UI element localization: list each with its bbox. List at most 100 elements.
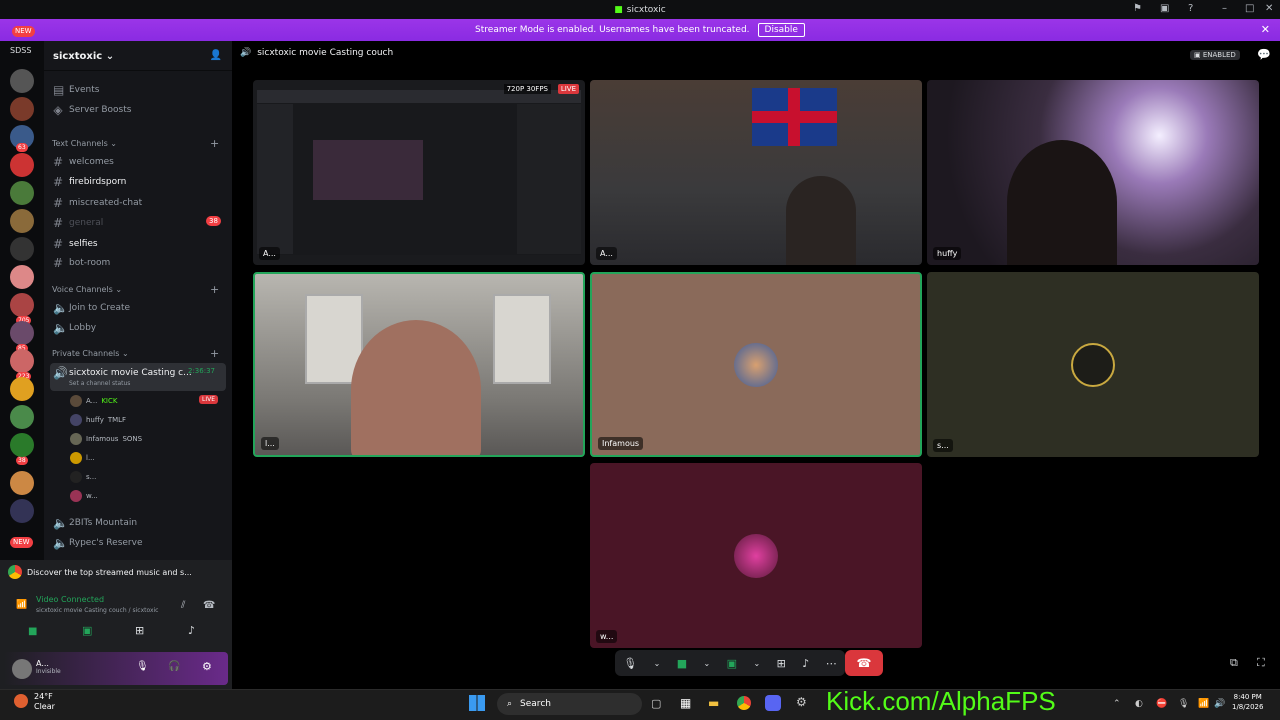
server-icon[interactable] [10,433,34,457]
video-tile[interactable]: l... [253,272,585,457]
chevron-down-icon[interactable]: ⌄ [754,659,761,668]
mic-icon[interactable]: 🎙 [136,661,149,672]
mic-tray-icon[interactable]: 🎙 [1178,699,1189,709]
channel-lobby[interactable]: 🔈 Lobby [53,321,96,335]
channel-status-hint[interactable]: Set a channel status [69,380,130,387]
popout-icon[interactable]: ⧉ [1230,656,1238,670]
video-tile[interactable]: s... [927,272,1259,457]
channel-miscreated-chat[interactable]: # miscreated-chat [53,196,142,210]
activities-button[interactable]: ⊞ [135,624,144,637]
video-tile[interactable]: A... [590,80,922,265]
activities-icon[interactable]: ⊞ [777,657,786,670]
voice-user[interactable]: A... KICK [70,395,117,407]
server-header[interactable]: sicxtoxic ⌄ 👤 [44,41,232,71]
server-icon[interactable] [10,97,34,121]
video-connected-status[interactable]: Video Connected [36,595,104,604]
close-window-button[interactable]: ✕ [1265,3,1273,14]
camera-icon[interactable]: ■ [677,657,687,670]
server-boosts-item[interactable]: ◈ Server Boosts [53,103,131,117]
monitor-icon[interactable]: ▣ [1160,3,1169,14]
soundboard-icon[interactable]: ♪ [802,657,809,670]
tray-app-icon[interactable]: ⛔ [1156,699,1167,709]
chrome-icon[interactable] [737,696,751,710]
events-item[interactable]: ▤ Events [53,83,99,97]
close-icon[interactable]: ✕ [1261,23,1270,36]
server-icon[interactable] [10,153,34,177]
server-icon[interactable] [10,377,34,401]
server-icon[interactable] [10,69,34,93]
settings-gear-icon[interactable]: ⚙ [202,660,212,673]
voice-channels-category[interactable]: Voice Channels ⌄ [52,285,122,294]
server-icon[interactable] [10,209,34,233]
store-icon[interactable]: ▦ [680,696,691,710]
app-icon: ■ [614,4,623,15]
minimize-button[interactable]: – [1222,3,1227,14]
stream-tile[interactable]: 720P 30FPS LIVE A... [253,80,585,265]
voice-user[interactable]: w... [70,490,98,502]
voice-user[interactable]: huffy TMLF [70,414,126,426]
server-icon[interactable] [10,405,34,429]
server-icon[interactable] [10,237,34,261]
discord-icon[interactable] [765,695,781,711]
volume-icon[interactable]: 🔊 [1214,699,1225,709]
chevron-down-icon[interactable]: ⌄ [654,659,661,668]
add-private-channel-icon[interactable]: + [210,347,219,360]
hang-up-button[interactable]: ☎ [845,650,883,676]
channel-rypecs-reserve[interactable]: 🔈 Rypec's Reserve [53,536,143,550]
video-tile[interactable]: huffy [927,80,1259,265]
add-voice-channel-icon[interactable]: + [210,283,219,296]
inbox-icon[interactable]: ⚑ [1133,3,1142,14]
server-icon[interactable] [10,471,34,495]
chevron-up-icon[interactable]: ⌃ [1113,699,1121,709]
server-icon[interactable] [10,499,34,523]
more-icon[interactable]: ⋯ [826,657,837,670]
weather-widget[interactable]: 24°F Clear [34,692,55,712]
wifi-icon[interactable]: 📶 [1198,699,1209,709]
disconnect-icon[interactable]: ☎ [203,600,215,611]
start-button[interactable] [469,695,485,711]
server-icon[interactable] [10,265,34,289]
channel-2bits-mountain[interactable]: 🔈 2BITs Mountain [53,516,137,530]
server-icon[interactable] [10,349,34,373]
voice-user[interactable]: l... [70,452,95,464]
folder-icon[interactable]: ▬ [708,696,719,710]
task-view-icon[interactable]: ▢ [651,697,661,710]
maximize-button[interactable]: □ [1245,3,1254,14]
channel-firebirdsporn[interactable]: # firebirdsporn [53,175,126,189]
discover-promo[interactable]: Discover the top streamed music and s... [8,562,218,582]
video-tile[interactable]: w... [590,463,922,648]
tray-app-icon[interactable]: ◐ [1135,699,1143,709]
chat-icon[interactable]: 💬 [1257,48,1271,61]
noise-suppression-icon[interactable]: ⫽ [181,600,185,611]
camera-button[interactable]: ■ [28,626,37,637]
soundboard-button[interactable]: ♪ [188,624,195,637]
help-icon[interactable]: ? [1188,3,1193,14]
private-channels-category[interactable]: Private Channels ⌄ [52,349,129,358]
channel-general[interactable]: # general [53,216,103,230]
screenshare-icon[interactable]: ▣ [727,657,737,670]
fullscreen-icon[interactable]: ⛶ [1257,656,1265,670]
screenshare-button[interactable]: ▣ [82,624,92,637]
channel-welcomes[interactable]: # welcomes [53,155,114,169]
text-channels-category[interactable]: Text Channels ⌄ [52,139,117,148]
channel-selfies[interactable]: # selfies [53,237,98,251]
enabled-badge[interactable]: ▣ ENABLED [1190,50,1240,60]
channel-join-to-create[interactable]: 🔈 Join to Create [53,301,130,315]
voice-user[interactable]: s... [70,471,96,483]
system-clock[interactable]: 8:40 PM 1/8/2026 [1232,692,1263,712]
channel-casting-couch[interactable]: 🔊 sicxtoxic movie Casting c... [53,366,192,380]
server-icon[interactable] [10,321,34,345]
video-tile[interactable]: Infamous [590,272,922,457]
mic-icon[interactable]: 🎙 [623,657,637,670]
taskbar-search[interactable]: ⌕ Search [497,693,642,715]
server-icon[interactable] [10,181,34,205]
voice-user[interactable]: Infamous SONS [70,433,142,445]
server-icon[interactable] [10,293,34,317]
headphones-icon[interactable]: 🎧 [168,661,180,672]
add-member-icon[interactable]: 👤 [210,50,222,61]
add-text-channel-icon[interactable]: + [210,137,219,150]
chevron-down-icon[interactable]: ⌄ [704,659,711,668]
disable-button[interactable]: Disable [757,23,805,37]
settings-icon[interactable]: ⚙ [796,695,807,709]
channel-bot-room[interactable]: # bot-room [53,256,110,270]
